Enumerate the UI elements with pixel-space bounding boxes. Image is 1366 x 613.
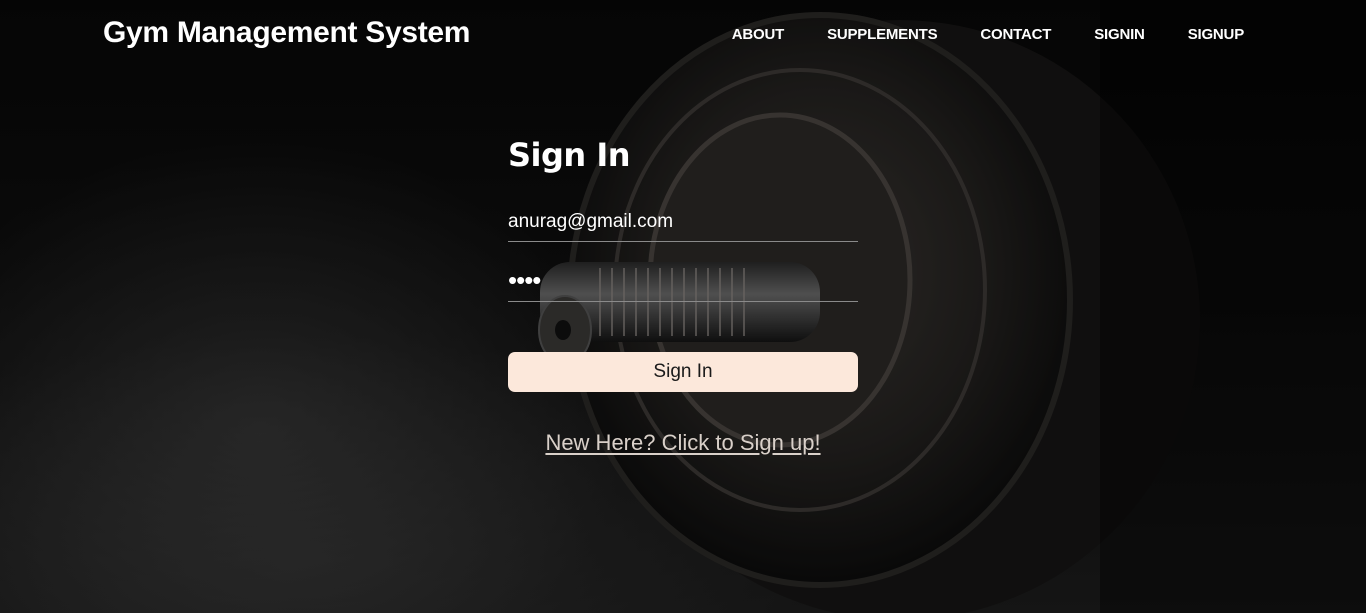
nav-link-about[interactable]: ABOUT xyxy=(732,26,785,43)
nav-link-contact[interactable]: CONTACT xyxy=(980,26,1051,43)
page: Gym Management System ABOUT SUPPLEMENTS … xyxy=(0,0,1366,613)
nav-link-signup[interactable]: SIGNUP xyxy=(1188,26,1245,43)
nav-link-signin[interactable]: SIGNIN xyxy=(1094,26,1145,43)
navbar: Gym Management System ABOUT SUPPLEMENTS … xyxy=(0,0,1366,70)
nav-links: ABOUT SUPPLEMENTS CONTACT SIGNIN SIGNUP xyxy=(732,26,1244,43)
signin-form: Sign In Sign In New Here? Click to Sign … xyxy=(508,136,858,456)
signup-link[interactable]: New Here? Click to Sign up! xyxy=(508,430,858,456)
password-field[interactable] xyxy=(508,266,858,302)
nav-link-supplements[interactable]: SUPPLEMENTS xyxy=(827,26,938,43)
signin-title: Sign In xyxy=(508,136,631,174)
email-field[interactable] xyxy=(508,208,858,242)
signin-button[interactable]: Sign In xyxy=(508,352,858,392)
brand-title[interactable]: Gym Management System xyxy=(103,16,470,50)
